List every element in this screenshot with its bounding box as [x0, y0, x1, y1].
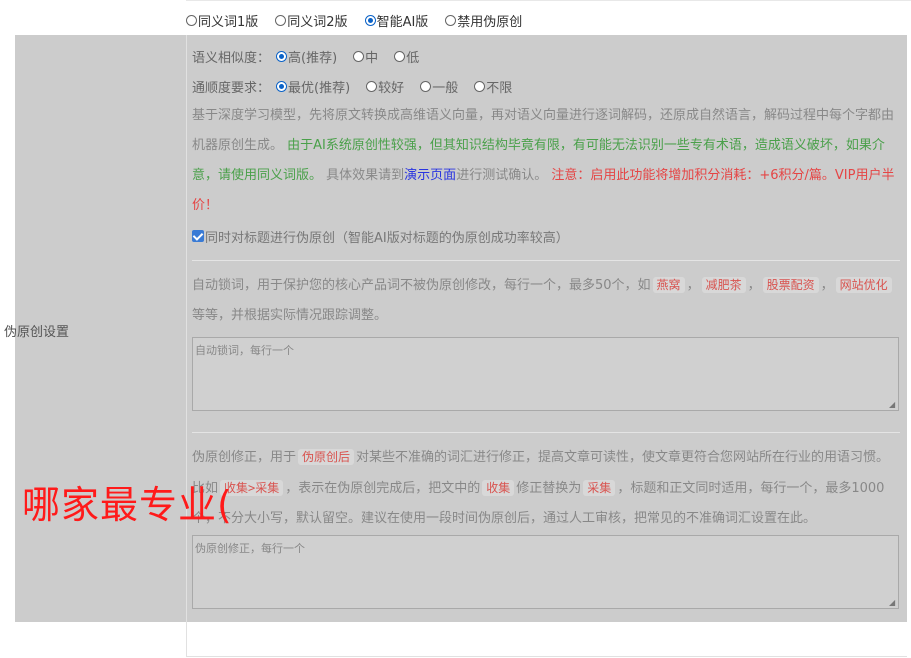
version-option-disable[interactable]: 禁用伪原创 — [445, 11, 522, 30]
example-tag: 燕窝 — [652, 277, 685, 293]
example-tag: 伪原创后 — [298, 449, 355, 465]
similarity-option-medium[interactable]: 中 — [353, 47, 378, 66]
correction-textarea[interactable]: 伪原创修正，每行一个 ◢ — [192, 535, 899, 609]
lock-words-text: 自动锁词，用于保护您的核心产品词不被伪原创修改，每行一个，最多50个，如 — [192, 278, 651, 293]
resize-grip-icon[interactable]: ◢ — [889, 599, 897, 607]
version-option-label: 同义词2版 — [287, 14, 348, 30]
ai-description: 基于深度学习模型，先将原文转换成高维语义向量，再对语义向量进行逐词解码，还原成自… — [192, 101, 902, 221]
divider — [192, 260, 900, 261]
radio-icon[interactable] — [186, 14, 197, 26]
option-label: 一般 — [432, 80, 459, 96]
option-label: 高(推荐) — [288, 50, 338, 66]
fluency-option-best[interactable]: 最优(推荐) — [276, 77, 350, 96]
version-selector: 同义词1版 同义词2版 智能AI版 禁用伪原创 — [186, 10, 539, 30]
similarity-option-high[interactable]: 高(推荐) — [276, 47, 337, 66]
version-option-label: 禁用伪原创 — [457, 14, 523, 30]
correction-text: 伪原创修正，用于 — [192, 450, 297, 465]
similarity-label: 语义相似度： — [192, 50, 271, 66]
option-label: 较好 — [378, 80, 405, 96]
demo-page-link[interactable]: 演示页面 — [404, 168, 456, 183]
radio-checked-icon[interactable] — [364, 14, 376, 26]
settings-panel: 语义相似度： 高(推荐) 中 低 通顺度要求： 最优(推荐) 较好 一般 不限 … — [192, 35, 902, 609]
fluency-option-good[interactable]: 较好 — [366, 77, 404, 96]
radio-icon[interactable] — [275, 14, 287, 26]
version-option-label: 智能AI版 — [376, 14, 429, 30]
top-border — [186, 0, 911, 1]
lock-words-placeholder: 自动锁词，每行一个 — [195, 344, 294, 357]
similarity-option-low[interactable]: 低 — [394, 47, 419, 66]
fluency-row: 通顺度要求： 最优(推荐) 较好 一般 不限 — [192, 71, 902, 101]
correction-text: ，表示在伪原创完成后，把文中的 — [285, 481, 481, 496]
example-tag: 股票配资 — [762, 277, 819, 293]
fluency-option-any[interactable]: 不限 — [474, 77, 512, 96]
radio-checked-icon[interactable] — [276, 80, 288, 92]
radio-icon[interactable] — [420, 80, 432, 92]
radio-checked-icon[interactable] — [276, 50, 288, 62]
effect-suffix: 进行测试确认。 — [456, 168, 548, 183]
watermark-text: 哪家最专业( — [22, 483, 233, 527]
radio-icon[interactable] — [445, 14, 457, 26]
radio-icon[interactable] — [394, 50, 406, 62]
version-option-synonym-2[interactable]: 同义词2版 — [275, 11, 348, 30]
radio-icon[interactable] — [474, 80, 486, 92]
resize-grip-icon[interactable]: ◢ — [889, 401, 897, 409]
option-label: 不限 — [486, 80, 513, 96]
version-option-label: 同义词1版 — [198, 14, 259, 30]
lock-words-description: 自动锁词，用于保护您的核心产品词不被伪原创修改，每行一个，最多50个，如 燕窝，减… — [192, 270, 902, 331]
option-label: 最优(推荐) — [288, 80, 351, 96]
effect-prefix: 具体效果请到 — [326, 168, 405, 183]
title-rewrite-row[interactable]: 同时对标题进行伪原创（智能AI版对标题的伪原创成功率较高） — [192, 221, 902, 251]
section-label: 伪原创设置 — [4, 325, 70, 340]
correction-description: 伪原创修正，用于 伪原创后 对某些不准确的词汇进行修正，提高文章可读性，使文章更符合… — [192, 442, 902, 534]
example-tag: 采集 — [583, 480, 616, 496]
lock-words-suffix: 等等，并根据实际情况跟踪调整。 — [192, 308, 388, 323]
example-tag: 减肥茶 — [701, 277, 746, 293]
radio-icon[interactable] — [353, 50, 365, 62]
similarity-row: 语义相似度： 高(推荐) 中 低 — [192, 41, 902, 71]
version-option-synonym-1[interactable]: 同义词1版 — [186, 11, 258, 30]
divider — [192, 432, 900, 433]
lock-words-textarea[interactable]: 自动锁词，每行一个 ◢ — [192, 337, 899, 411]
option-label: 低 — [406, 50, 420, 66]
title-rewrite-label: 同时对标题进行伪原创（智能AI版对标题的伪原创成功率较高） — [205, 230, 569, 246]
checkbox-checked-icon[interactable] — [192, 230, 204, 242]
correction-text: 修正替换为 — [516, 481, 582, 496]
fluency-label: 通顺度要求： — [192, 80, 271, 96]
option-label: 中 — [365, 50, 379, 66]
example-tag: 收集 — [482, 480, 515, 496]
fluency-option-normal[interactable]: 一般 — [420, 77, 458, 96]
correction-placeholder: 伪原创修正，每行一个 — [195, 542, 305, 555]
example-tag: 网站优化 — [835, 277, 892, 293]
radio-icon[interactable] — [366, 80, 378, 92]
version-option-ai[interactable]: 智能AI版 — [364, 11, 429, 30]
